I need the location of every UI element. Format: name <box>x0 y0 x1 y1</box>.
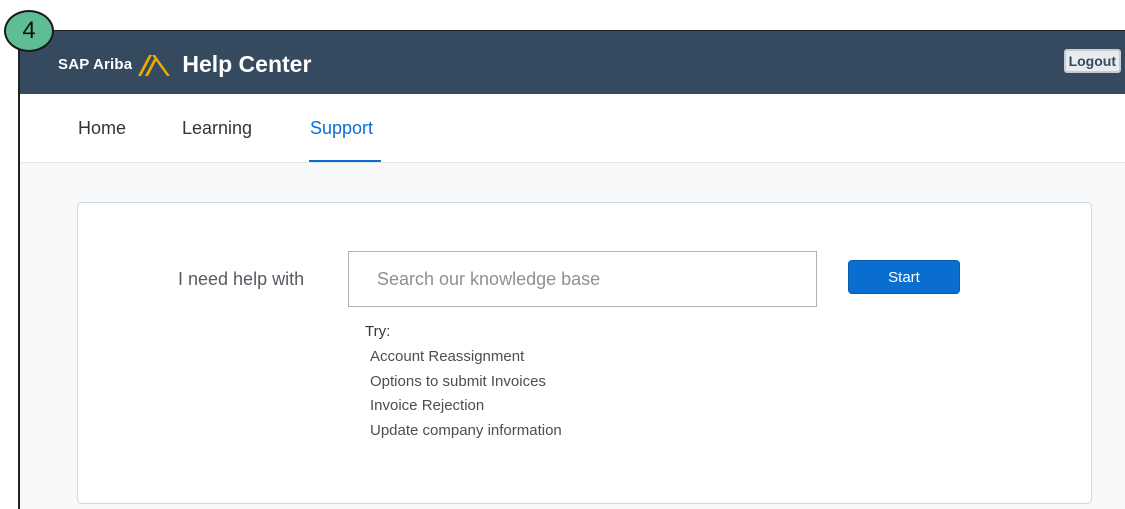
nav-tab-home[interactable]: Home <box>78 118 126 139</box>
active-tab-indicator <box>309 160 381 162</box>
suggestion-list: Account Reassignment Options to submit I… <box>370 345 562 443</box>
step-number-badge: 4 <box>4 10 54 52</box>
suggestion-link[interactable]: Options to submit Invoices <box>370 370 562 395</box>
ariba-logo-icon <box>136 52 172 78</box>
brand[interactable]: SAP Ariba Help Center <box>58 51 311 78</box>
app-title: Help Center <box>182 51 312 77</box>
browser-frame: SAP Ariba Help Center Logout Home Learni… <box>18 30 1125 509</box>
help-label: I need help with <box>178 269 305 289</box>
support-search-card: I need help with Start Try: Account Reas… <box>77 202 1092 504</box>
nav-tab-learning[interactable]: Learning <box>182 118 252 139</box>
suggestion-link[interactable]: Update company information <box>370 419 562 444</box>
nav-tab-support[interactable]: Support <box>310 118 373 139</box>
brand-name: SAP Ariba <box>58 56 133 73</box>
suggestion-link[interactable]: Invoice Rejection <box>370 394 562 419</box>
knowledge-search-input[interactable] <box>348 251 817 307</box>
header-bar: SAP Ariba Help Center Logout <box>20 31 1125 94</box>
main-nav: Home Learning Support <box>20 94 1125 163</box>
start-button[interactable]: Start <box>848 260 960 294</box>
suggestion-link[interactable]: Account Reassignment <box>370 345 562 370</box>
logout-button[interactable]: Logout <box>1063 49 1121 73</box>
try-label: Try: <box>365 323 391 340</box>
